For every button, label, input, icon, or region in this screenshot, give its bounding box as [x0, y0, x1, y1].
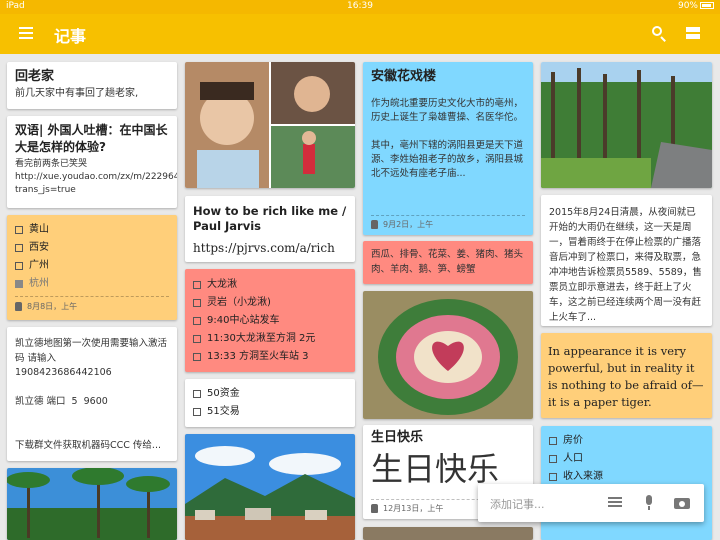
view-toggle-icon[interactable]: [682, 23, 704, 45]
note-money-checklist[interactable]: 50资金 51交易: [185, 379, 355, 427]
checkbox-icon[interactable]: [15, 262, 23, 270]
menu-icon[interactable]: [16, 24, 36, 44]
note-map-activation[interactable]: 凯立德地图第一次使用需要输入激活码 请输入 1908423686442106 凯…: [7, 327, 177, 461]
note-title: 双语| 外国人吐槽：在中国长大是怎样的体验?: [15, 123, 168, 154]
checkbox-icon[interactable]: [193, 353, 201, 361]
checklist-item[interactable]: 西安: [15, 239, 169, 257]
note-body: 凯立德地图第一次使用需要输入激活码 请输入 1908423686442106 凯…: [15, 338, 168, 451]
checklist-item[interactable]: 广州: [15, 257, 169, 275]
checked-box-icon[interactable]: [15, 280, 23, 288]
status-time: 16:39: [347, 1, 373, 11]
checkbox-icon[interactable]: [193, 390, 201, 398]
note-body: 前几天家中有事回了趟老家,: [15, 88, 139, 99]
note-palm-photo[interactable]: [7, 468, 177, 540]
note-food-list[interactable]: 西瓜、排骨、花菜、姜、猪肉、猪头肉、羊肉、鹅、笋、螃蟹: [363, 241, 533, 284]
app-title: 记事: [54, 27, 87, 46]
reminder-hand-icon: [15, 302, 22, 311]
checklist-item[interactable]: 大龙湫: [193, 276, 347, 294]
checklist-item[interactable]: 人口: [549, 450, 704, 468]
note-hometown[interactable]: 回老家 前几天家中有事回了趟老家,: [7, 62, 177, 109]
note-bottom-photo[interactable]: [363, 527, 533, 540]
note-title: 安徽花戏楼: [371, 69, 437, 84]
note-bilingual[interactable]: 双语| 外国人吐槽：在中国长大是怎样的体验? 看完前两条已笑哭 http://x…: [7, 116, 177, 208]
new-list-icon[interactable]: [608, 497, 622, 509]
palm-trees-image: [7, 468, 177, 540]
checklist-item[interactable]: 9:40中心站发车: [193, 312, 347, 330]
checkbox-icon[interactable]: [549, 437, 557, 445]
checklist-item[interactable]: 灵岩（小龙湫): [193, 294, 347, 312]
checkbox-icon[interactable]: [549, 455, 557, 463]
reminder-hand-icon: [371, 220, 378, 229]
note-paper-tiger[interactable]: In appearance it is very powerful, but i…: [541, 333, 712, 418]
reminder-hand-icon: [371, 504, 378, 513]
checkbox-icon[interactable]: [15, 244, 23, 252]
battery-status: 90%: [678, 1, 714, 11]
note-title: How to be rich like me / Paul Jarvis: [193, 204, 347, 233]
photo-divider: [270, 124, 355, 126]
note-big-text: 生日快乐: [371, 450, 500, 488]
note-train-diary[interactable]: 2015年8月24日清晨，从夜间就已开始的大雨仍在继续，这一天是周一，冒着雨终于…: [541, 195, 712, 326]
note-mountain-photo[interactable]: [185, 434, 355, 540]
checklist-item-checked[interactable]: 杭州: [15, 275, 169, 293]
note-house-checklist[interactable]: 房价 人口 收入来源: [541, 426, 712, 540]
checkbox-icon[interactable]: [193, 299, 201, 307]
camera-icon[interactable]: [674, 496, 690, 509]
checklist-item[interactable]: 房价: [549, 432, 704, 450]
note-body: 2015年8月24日清晨，从夜间就已开始的大雨仍在继续，这一天是周一，冒着雨终于…: [549, 207, 702, 323]
reminder-chip[interactable]: 9月2日，上午: [371, 219, 525, 230]
checkbox-icon[interactable]: [193, 317, 201, 325]
add-note-bar[interactable]: 添加记事...: [478, 484, 704, 522]
microphone-icon[interactable]: [642, 495, 656, 511]
checklist-item[interactable]: 11:30大龙湫至方洞 2元: [193, 330, 347, 348]
battery-icon: [700, 2, 714, 9]
note-cities-checklist[interactable]: 黄山 西安 广州 杭州 8月8日，上午: [7, 215, 177, 320]
note-road-photo[interactable]: [541, 62, 712, 188]
note-watermelon-photo[interactable]: [363, 291, 533, 419]
note-body: 西瓜、排骨、花菜、姜、猪肉、猪头肉、羊肉、鹅、笋、螃蟹: [371, 249, 524, 275]
checklist-item[interactable]: 51交易: [193, 403, 347, 421]
checkbox-icon[interactable]: [549, 473, 557, 481]
checkbox-icon[interactable]: [193, 281, 201, 289]
forest-road-image: [541, 62, 712, 188]
checklist-item[interactable]: 黄山: [15, 221, 169, 239]
checkbox-icon[interactable]: [193, 408, 201, 416]
note-opera-house[interactable]: 安徽花戏楼 作为皖北重要历史文化大市的亳州，历史上诞生了枭雄曹操、名医华佗。 其…: [363, 62, 533, 235]
note-title: 回老家: [15, 69, 55, 84]
note-title: 生日快乐: [371, 430, 424, 445]
watermelon-carving-image: [363, 291, 533, 419]
search-icon[interactable]: [648, 23, 670, 45]
status-bar: iPad 16:39 90%: [0, 0, 720, 14]
checklist-item[interactable]: 50资金: [193, 385, 347, 403]
note-rich-link[interactable]: How to be rich like me / Paul Jarvis htt…: [185, 196, 355, 262]
checkbox-icon[interactable]: [15, 226, 23, 234]
checkbox-icon[interactable]: [193, 335, 201, 343]
app-toolbar: 记事: [0, 14, 720, 54]
note-body: In appearance it is very powerful, but i…: [548, 344, 704, 409]
note-body: 作为皖北重要历史文化大市的亳州，历史上诞生了枭雄曹操、名医华佗。 其中，亳州下辖…: [371, 98, 524, 179]
note-trip-checklist[interactable]: 大龙湫 灵岩（小龙湫) 9:40中心站发车 11:30大龙湫至方洞 2元 13:…: [185, 269, 355, 372]
note-body: 看完前两条已笑哭 http://xue.youdao.com/zx/m/2229…: [15, 159, 177, 195]
checklist-item[interactable]: 13:33 方洞至火车站 3: [193, 348, 347, 366]
note-kid-photos[interactable]: [185, 62, 355, 188]
add-note-input[interactable]: 添加记事...: [490, 496, 545, 512]
reminder-chip[interactable]: 8月8日，上午: [15, 301, 169, 312]
note-link[interactable]: https://pjrvs.com/a/rich: [193, 239, 347, 257]
cropped-photo-image: [363, 527, 533, 540]
mountain-village-image: [185, 434, 355, 540]
